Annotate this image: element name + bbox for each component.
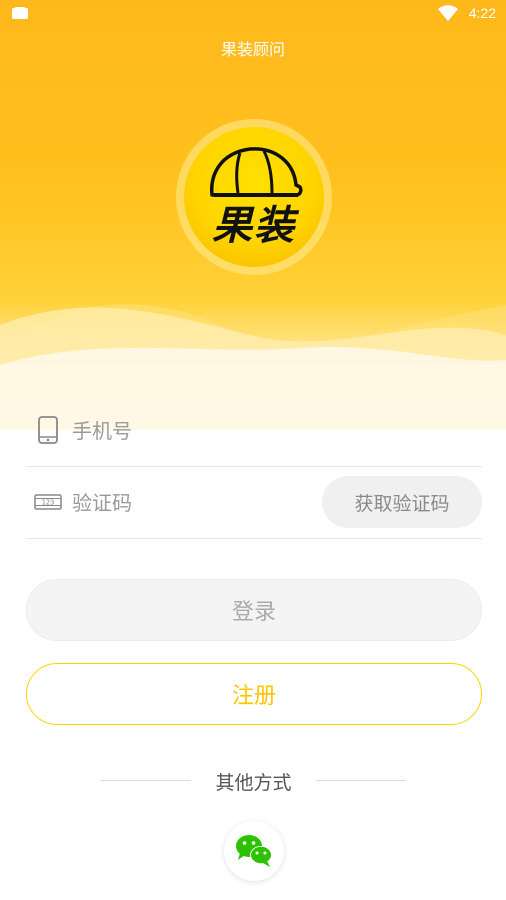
header-banner: 4:22 果装顾问 果装 bbox=[0, 0, 506, 430]
divider-right bbox=[316, 780, 406, 781]
code-field: 123 获取验证码 bbox=[26, 466, 482, 539]
register-button[interactable]: 注册 bbox=[26, 663, 482, 725]
keypad-icon: 123 bbox=[34, 494, 62, 510]
divider-left bbox=[101, 780, 191, 781]
page-title: 果装顾问 bbox=[220, 40, 285, 59]
phone-icon bbox=[38, 416, 58, 444]
login-button[interactable]: 登录 bbox=[26, 579, 482, 641]
wifi-icon bbox=[438, 5, 458, 21]
code-input[interactable] bbox=[70, 486, 324, 520]
other-methods-label: 其他方式 bbox=[215, 772, 292, 794]
get-code-button[interactable]: 获取验证码 bbox=[322, 476, 482, 528]
phone-field bbox=[26, 394, 482, 467]
phone-input[interactable] bbox=[70, 414, 324, 448]
status-time: 4:22 bbox=[468, 5, 496, 21]
wechat-login-button[interactable] bbox=[224, 821, 284, 881]
notification-icon bbox=[12, 7, 28, 19]
app-logo: 果装 bbox=[184, 127, 324, 267]
status-bar: 4:22 bbox=[0, 0, 506, 28]
logo-text: 果装 bbox=[212, 203, 296, 249]
wechat-icon bbox=[236, 835, 272, 867]
svg-text:123: 123 bbox=[42, 499, 55, 507]
